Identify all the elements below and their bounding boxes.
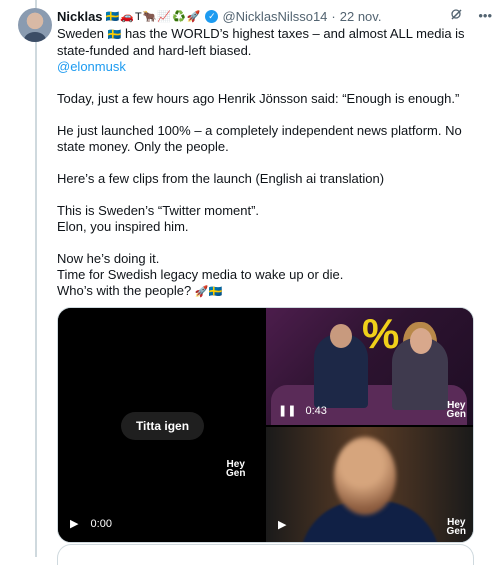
mention-link[interactable]: @elonmusk: [57, 59, 126, 74]
verified-badge-icon: ✓: [205, 9, 219, 23]
heygen-logo-top: Hey Gen: [446, 401, 466, 420]
tweet-paragraph: Elon, you inspired him.: [57, 219, 189, 234]
percent-sign: %: [362, 310, 400, 357]
media-grid: Titta igen Hey Gen ▶ 0:00 % ❚❚ 0:43 Hey …: [57, 307, 474, 543]
flag-icon: 🇸🇪: [107, 29, 122, 41]
play-icon[interactable]: ▶: [70, 518, 78, 530]
separator: ·: [331, 8, 336, 24]
quoted-post-preview[interactable]: [57, 544, 474, 565]
blurred-head: [334, 437, 396, 515]
bottom-thumb-play[interactable]: ▶: [278, 518, 286, 531]
display-name[interactable]: Nicklas: [57, 9, 103, 24]
brand-line-bottom: Gen: [226, 468, 246, 479]
replay-button[interactable]: Titta igen: [121, 412, 204, 440]
main-video[interactable]: Titta igen Hey Gen ▶ 0:00: [58, 308, 264, 542]
handle[interactable]: @NicklasNilsso14: [222, 9, 327, 24]
tweet-paragraph: Now he’s doing it.: [57, 251, 160, 266]
tweet-paragraph: Today, just a few hours ago Henrik Jönss…: [57, 91, 460, 106]
tweet-paragraph: Here’s a few clips from the launch (Engl…: [57, 171, 385, 186]
tweet-paragraph: Time for Swedish legacy media to wake up…: [57, 267, 344, 282]
pause-icon[interactable]: ❚❚: [278, 405, 296, 417]
post-date[interactable]: 22 nov.: [340, 9, 382, 24]
top-thumb-time: ❚❚ 0:43: [278, 404, 327, 417]
person-left-head: [330, 324, 352, 348]
video-time: 0:43: [305, 405, 327, 417]
video-thumbnail-top[interactable]: % ❚❚ 0:43 Hey Gen: [266, 308, 473, 425]
name-emojis: 🇸🇪🚗T🐂📈♻️🚀: [105, 10, 202, 23]
tweet-line-2: @elonmusk: [57, 59, 477, 75]
tweet-text: Who’s with the people?: [57, 283, 192, 298]
tweet-paragraph: This is Sweden’s “Twitter moment”.: [57, 203, 260, 218]
video-thumbnail-bottom[interactable]: ▶ Hey Gen: [266, 427, 473, 542]
video-time: 0:00: [90, 518, 112, 530]
header-icons: •••: [450, 8, 492, 25]
tweet-paragraph: Who’s with the people? 🚀🇸🇪: [57, 283, 477, 300]
tweet-text: Sweden: [57, 26, 104, 41]
brand-line-bottom: Gen: [446, 526, 466, 537]
rocket-flag-icon: 🚀🇸🇪: [194, 286, 223, 298]
tweet-header: Nicklas 🇸🇪🚗T🐂📈♻️🚀 ✓ @NicklasNilsso14 · 2…: [57, 7, 492, 25]
person-right-head: [410, 328, 432, 354]
tweet-paragraph: He just launched 100% – a completely ind…: [57, 123, 462, 154]
heygen-logo-bottom: Hey Gen: [446, 518, 466, 537]
avatar[interactable]: [18, 8, 52, 42]
grok-icon[interactable]: [450, 8, 464, 25]
main-video-timebar: ▶ 0:00: [70, 517, 112, 530]
brand-line-bottom: Gen: [446, 409, 466, 420]
thread-line: [35, 0, 37, 557]
tweet-line-1: Sweden 🇸🇪 has the WORLD’s highest taxes …: [57, 26, 477, 59]
tweet-body: Sweden 🇸🇪 has the WORLD’s highest taxes …: [57, 26, 477, 300]
heygen-logo-main: Hey Gen: [226, 460, 246, 479]
more-icon[interactable]: •••: [478, 8, 492, 25]
